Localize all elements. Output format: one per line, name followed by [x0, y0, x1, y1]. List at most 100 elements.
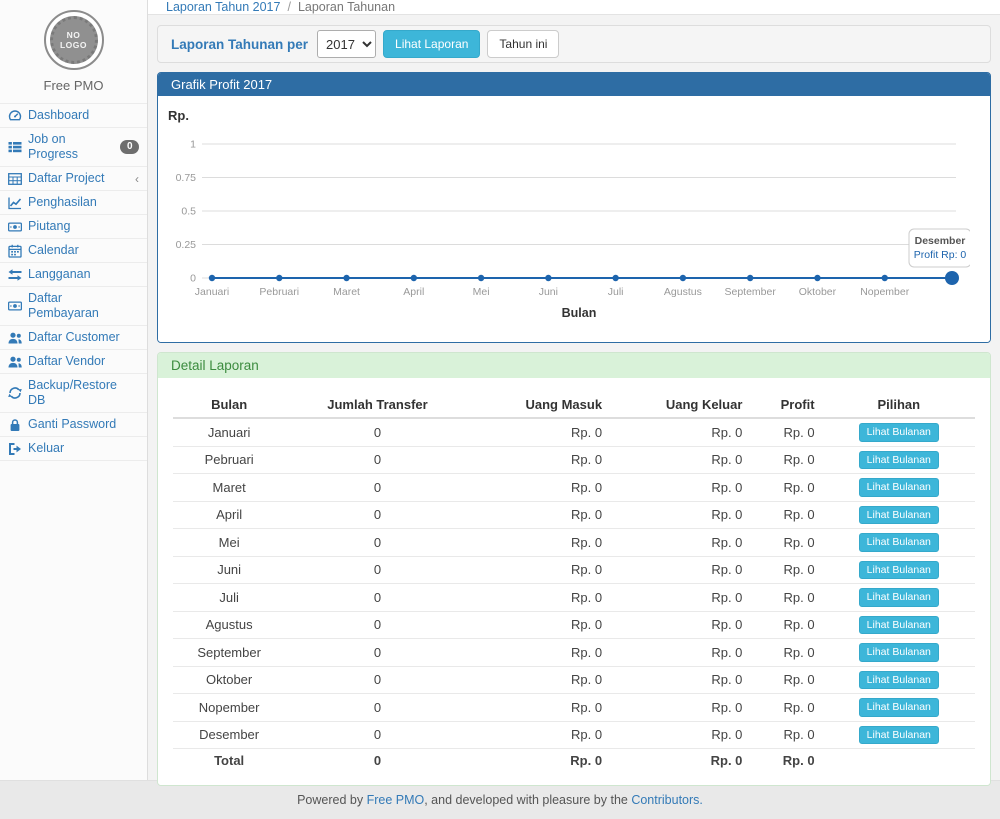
cell-pilihan: Lihat Bulanan: [823, 666, 975, 694]
cell-pilihan: Lihat Bulanan: [823, 529, 975, 557]
table-row: Oktober0Rp. 0Rp. 0Rp. 0Lihat Bulanan: [173, 666, 975, 694]
free-pmo-link[interactable]: Free PMO: [367, 793, 425, 807]
lihat-bulanan-button[interactable]: Lihat Bulanan: [859, 423, 939, 442]
sidebar-item-daftar-customer[interactable]: Daftar Customer: [0, 326, 147, 350]
lihat-bulanan-button[interactable]: Lihat Bulanan: [859, 451, 939, 470]
cell-bulan: April: [173, 501, 285, 529]
table-row: April0Rp. 0Rp. 0Rp. 0Lihat Bulanan: [173, 501, 975, 529]
this-year-button[interactable]: Tahun ini: [487, 30, 559, 58]
sidebar-item-label: Calendar: [28, 243, 79, 258]
svg-text:Oktober: Oktober: [799, 286, 837, 298]
report-filter-bar: Laporan Tahunan per 2017 Lihat Laporan T…: [157, 25, 991, 63]
cell-bulan: Desember: [173, 721, 285, 749]
cell-bulan: Mei: [173, 529, 285, 557]
table-icon: [8, 172, 22, 186]
lihat-bulanan-button[interactable]: Lihat Bulanan: [859, 533, 939, 552]
cell-jumlah-transfer: 0: [285, 556, 469, 584]
cell-bulan: Maret: [173, 474, 285, 502]
sidebar-item-piutang[interactable]: Piutang: [0, 215, 147, 239]
cell-pilihan: Lihat Bulanan: [823, 584, 975, 612]
total-row: Total0Rp. 0Rp. 0Rp. 0: [173, 749, 975, 773]
cell-uang-keluar: Rp. 0: [610, 639, 750, 667]
breadcrumb-separator: /: [287, 0, 290, 14]
detail-panel-title: Detail Laporan: [158, 353, 990, 378]
table-row: September0Rp. 0Rp. 0Rp. 0Lihat Bulanan: [173, 639, 975, 667]
dashboard-icon: [8, 109, 22, 123]
sidebar-item-backup-restore-db[interactable]: Backup/Restore DB: [0, 374, 147, 413]
line-chart-icon: [8, 196, 22, 210]
lihat-bulanan-button[interactable]: Lihat Bulanan: [859, 671, 939, 690]
sidebar-item-job-on-progress[interactable]: Job on Progress0: [0, 128, 147, 167]
sidebar-item-dashboard[interactable]: Dashboard: [0, 104, 147, 128]
lihat-bulanan-button[interactable]: Lihat Bulanan: [859, 588, 939, 607]
lihat-bulanan-button[interactable]: Lihat Bulanan: [859, 698, 939, 717]
sidebar-item-label: Backup/Restore DB: [28, 378, 133, 408]
logo-block: NO LOGO Free PMO: [0, 0, 147, 93]
table-row: Januari0Rp. 0Rp. 0Rp. 0Lihat Bulanan: [173, 418, 975, 446]
cell-bulan: Agustus: [173, 611, 285, 639]
detail-panel-body: BulanJumlah TransferUang MasukUang Kelua…: [158, 378, 990, 785]
svg-text:0: 0: [190, 273, 196, 285]
table-header: BulanJumlah TransferUang MasukUang Kelua…: [173, 392, 975, 418]
sidebar-item-label: Daftar Pembayaran: [28, 291, 133, 321]
footer-text-middle: , and developed with pleasure by the: [424, 793, 631, 807]
svg-text:Nopember: Nopember: [860, 286, 910, 298]
column-header-profit: Profit: [750, 392, 822, 418]
sidebar-item-daftar-pembayaran[interactable]: Daftar Pembayaran: [0, 287, 147, 326]
sidebar-item-keluar[interactable]: Keluar: [0, 437, 147, 461]
cell-jumlah-transfer: 0: [285, 721, 469, 749]
svg-text:0.25: 0.25: [176, 239, 197, 251]
cell-uang-masuk: Rp. 0: [470, 501, 610, 529]
lihat-bulanan-button[interactable]: Lihat Bulanan: [859, 616, 939, 635]
column-header-jumlah-transfer: Jumlah Transfer: [285, 392, 469, 418]
breadcrumb-parent-link[interactable]: Laporan Tahun 2017: [166, 0, 280, 14]
table-body: Januari0Rp. 0Rp. 0Rp. 0Lihat BulananPebr…: [173, 418, 975, 772]
cell-uang-masuk: Rp. 0: [470, 584, 610, 612]
lihat-bulanan-button[interactable]: Lihat Bulanan: [859, 478, 939, 497]
table-row: Agustus0Rp. 0Rp. 0Rp. 0Lihat Bulanan: [173, 611, 975, 639]
cell-pilihan: Lihat Bulanan: [823, 639, 975, 667]
lock-icon: [8, 418, 22, 432]
cell-uang-masuk: Rp. 0: [470, 529, 610, 557]
cell-pilihan: Lihat Bulanan: [823, 446, 975, 474]
cell-uang-masuk: Rp. 0: [470, 446, 610, 474]
money-icon: [8, 220, 22, 234]
sidebar-item-daftar-vendor[interactable]: Daftar Vendor: [0, 350, 147, 374]
cell-jumlah-transfer: 0: [285, 611, 469, 639]
main-content: Laporan Tahun 2017 / Laporan Tahunan Lap…: [148, 0, 1000, 780]
cell-uang-masuk: Rp. 0: [470, 611, 610, 639]
sidebar-item-daftar-project[interactable]: Daftar Project‹: [0, 167, 147, 191]
sidebar-item-label: Daftar Vendor: [28, 354, 105, 369]
contributors-link[interactable]: Contributors.: [631, 793, 703, 807]
refresh-icon: [8, 386, 22, 400]
lihat-bulanan-button[interactable]: Lihat Bulanan: [859, 726, 939, 745]
cell-pilihan: Lihat Bulanan: [823, 474, 975, 502]
cell-uang-masuk: Rp. 0: [470, 639, 610, 667]
cell-uang-keluar: Rp. 0: [610, 611, 750, 639]
exchange-icon: [8, 268, 22, 282]
lihat-bulanan-button[interactable]: Lihat Bulanan: [859, 561, 939, 580]
cell-profit: Rp. 0: [750, 639, 822, 667]
svg-text:Pebruari: Pebruari: [259, 286, 299, 298]
sidebar-item-calendar[interactable]: Calendar: [0, 239, 147, 263]
svg-text:0.5: 0.5: [181, 206, 196, 218]
svg-text:Desember: Desember: [915, 235, 966, 247]
footer-text-prefix: Powered by: [297, 793, 366, 807]
sidebar-item-langganan[interactable]: Langganan: [0, 263, 147, 287]
cell-profit: Rp. 0: [750, 611, 822, 639]
cell-bulan: Juli: [173, 584, 285, 612]
sidebar-item-penghasilan[interactable]: Penghasilan: [0, 191, 147, 215]
money-icon: [8, 299, 22, 313]
year-select[interactable]: 2017: [317, 30, 376, 58]
svg-text:Mei: Mei: [473, 286, 490, 298]
cell-uang-keluar: Rp. 0: [610, 721, 750, 749]
users-icon: [8, 331, 22, 345]
cell-jumlah-transfer: 0: [285, 639, 469, 667]
view-report-button[interactable]: Lihat Laporan: [383, 30, 480, 58]
profit-line-chart[interactable]: Rp.10.750.50.250JanuariPebruariMaretApri…: [164, 104, 984, 340]
lihat-bulanan-button[interactable]: Lihat Bulanan: [859, 643, 939, 662]
cell-uang-masuk: Rp. 0: [470, 721, 610, 749]
sidebar-item-ganti-password[interactable]: Ganti Password: [0, 413, 147, 437]
column-header-uang-keluar: Uang Keluar: [610, 392, 750, 418]
lihat-bulanan-button[interactable]: Lihat Bulanan: [859, 506, 939, 525]
